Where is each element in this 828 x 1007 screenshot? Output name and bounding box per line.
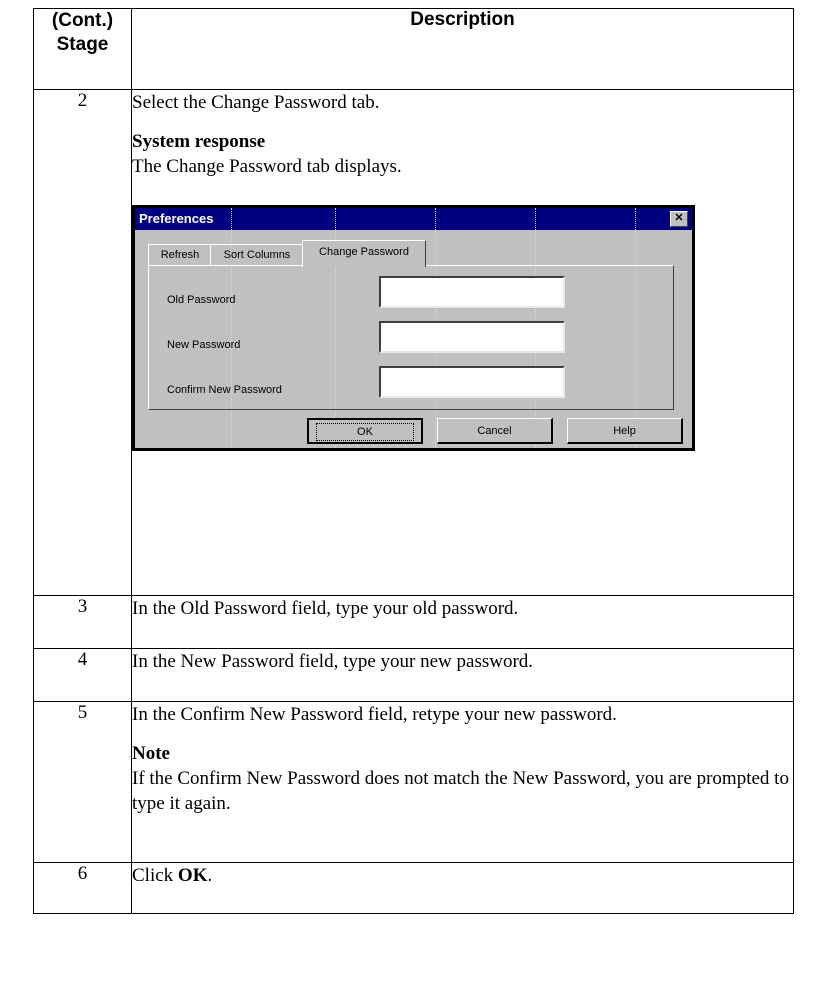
table-row: 2 Select the Change Password tab. System… xyxy=(33,89,794,596)
confirm-password-field[interactable] xyxy=(379,366,565,398)
table-row: 5 In the Confirm New Password field, ret… xyxy=(33,701,794,863)
step-text-ok: OK xyxy=(177,865,208,886)
step-text: In the New Password field, type your new… xyxy=(132,651,534,672)
system-response-text: The Change Password tab displays. xyxy=(132,156,402,177)
cancel-button[interactable]: Cancel xyxy=(437,418,553,444)
tab-panel: Old Password New Password Confirm New Pa… xyxy=(148,265,674,410)
step-text: Click OK. xyxy=(132,863,793,888)
step-text: In the Old Password field, type your old… xyxy=(132,598,519,619)
note-text: If the Confirm New Password does not mat… xyxy=(132,768,789,814)
tab-change-password[interactable]: Change Password xyxy=(302,240,426,267)
stage-number: 4 xyxy=(33,648,132,702)
table-row: 4 In the New Password field, type your n… xyxy=(33,648,794,702)
ok-button[interactable]: OK xyxy=(307,418,423,444)
stage-column-header: (Cont.) Stage xyxy=(33,8,132,90)
dialog-title: Preferences xyxy=(139,211,214,226)
table-header-row: (Cont.) Stage Description xyxy=(33,8,794,90)
step-description: Click OK. xyxy=(131,862,794,914)
step-text-prefix: Click xyxy=(132,865,178,886)
confirm-password-label: Confirm New Password xyxy=(167,384,282,396)
close-icon[interactable]: ✕ xyxy=(670,211,688,227)
stage-number: 5 xyxy=(33,701,132,863)
step-description: In the New Password field, type your new… xyxy=(131,648,794,702)
stage-header-line1: (Cont.) xyxy=(51,10,114,31)
stage-number: 6 xyxy=(33,862,132,914)
step-description: In the Confirm New Password field, retyp… xyxy=(131,701,794,863)
step-text: Select the Change Password tab. xyxy=(132,92,380,113)
tab-refresh[interactable]: Refresh xyxy=(148,244,212,265)
stage-number: 3 xyxy=(33,595,132,649)
step-text-suffix: . xyxy=(207,865,213,886)
new-password-field[interactable] xyxy=(379,321,565,353)
description-column-header: Description xyxy=(131,8,794,90)
system-response-heading: System response xyxy=(132,131,266,152)
preferences-dialog: Preferences ✕ Refresh Sort Columns Chang… xyxy=(132,205,695,451)
old-password-label: Old Password xyxy=(167,294,236,306)
help-button[interactable]: Help xyxy=(567,418,683,444)
step-description: In the Old Password field, type your old… xyxy=(131,595,794,649)
step-text: In the Confirm New Password field, retyp… xyxy=(132,704,617,725)
tab-sort-columns[interactable]: Sort Columns xyxy=(210,244,304,265)
ok-button-label: OK xyxy=(316,423,414,441)
dialog-titlebar: Preferences ✕ xyxy=(135,208,692,230)
old-password-field[interactable] xyxy=(379,276,565,308)
table-row: 3 In the Old Password field, type your o… xyxy=(33,595,794,649)
table-row: 6 Click OK. xyxy=(33,862,794,914)
stage-number: 2 xyxy=(33,89,132,596)
new-password-label: New Password xyxy=(167,339,241,351)
note-heading: Note xyxy=(132,743,170,764)
stage-header-line2: Stage xyxy=(56,34,109,55)
procedure-table: (Cont.) Stage Description 2 Select the C… xyxy=(33,8,794,914)
step-description: Select the Change Password tab. System r… xyxy=(131,89,794,596)
